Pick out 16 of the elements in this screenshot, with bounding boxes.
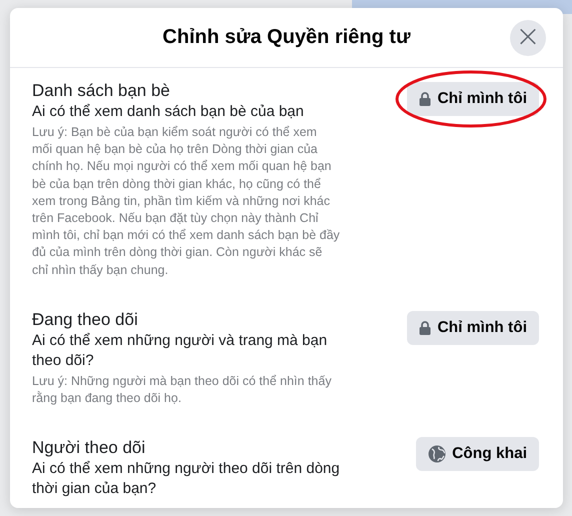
globe-icon <box>428 445 446 464</box>
section-note: Lưu ý: Bạn bè của bạn kiểm soát người có thể xem mối quan hệ bạn bè của họ trên Dòng thời gian của chính họ. Nếu mọi người có thể xem mối quan hệ bạn bè của bạn trên dòng thời gian khác, họ cũng có thể xem trong Bảng tin, phần tìm kiếm và những nơi khác trên Facebook. Nếu bạn đặt tùy chọn này thành Chỉ mình tôi, chỉ bạn mới có thể xem danh sách bạn bè đầy đủ của mình trên dòng thời gian. Còn người khác sẽ chỉ nhìn thấy bạn chung. <box>32 124 340 279</box>
audience-button[interactable]: Công khai <box>416 437 539 472</box>
close-button[interactable]: × <box>510 20 546 56</box>
section-question: Ai có thể xem danh sách bạn bè của bạn <box>32 102 305 122</box>
section-question: Ai có thể xem những người theo dõi trên dòng thời gian của bạn? <box>32 459 340 500</box>
section-title: Người theo dõi <box>32 437 146 460</box>
section-title: Đang theo dõi <box>32 308 139 331</box>
audience-button[interactable]: Chỉ mình tôi <box>407 82 539 116</box>
section-note: Lưu ý: Những người mà bạn theo dõi có thể nhìn thấy rằng bạn đang theo dõi họ. <box>32 372 332 408</box>
lock-icon <box>419 92 432 106</box>
section-title: Danh sách bạn bè <box>32 80 171 102</box>
lock-icon <box>419 320 432 335</box>
section-question: Ai có thể xem những người và trang mà bạn theo dõi? <box>32 330 328 371</box>
dialog-title: Chỉnh sửa Quyền riêng tư <box>162 26 410 49</box>
audience-button[interactable]: Chỉ mình tôi <box>407 310 539 345</box>
